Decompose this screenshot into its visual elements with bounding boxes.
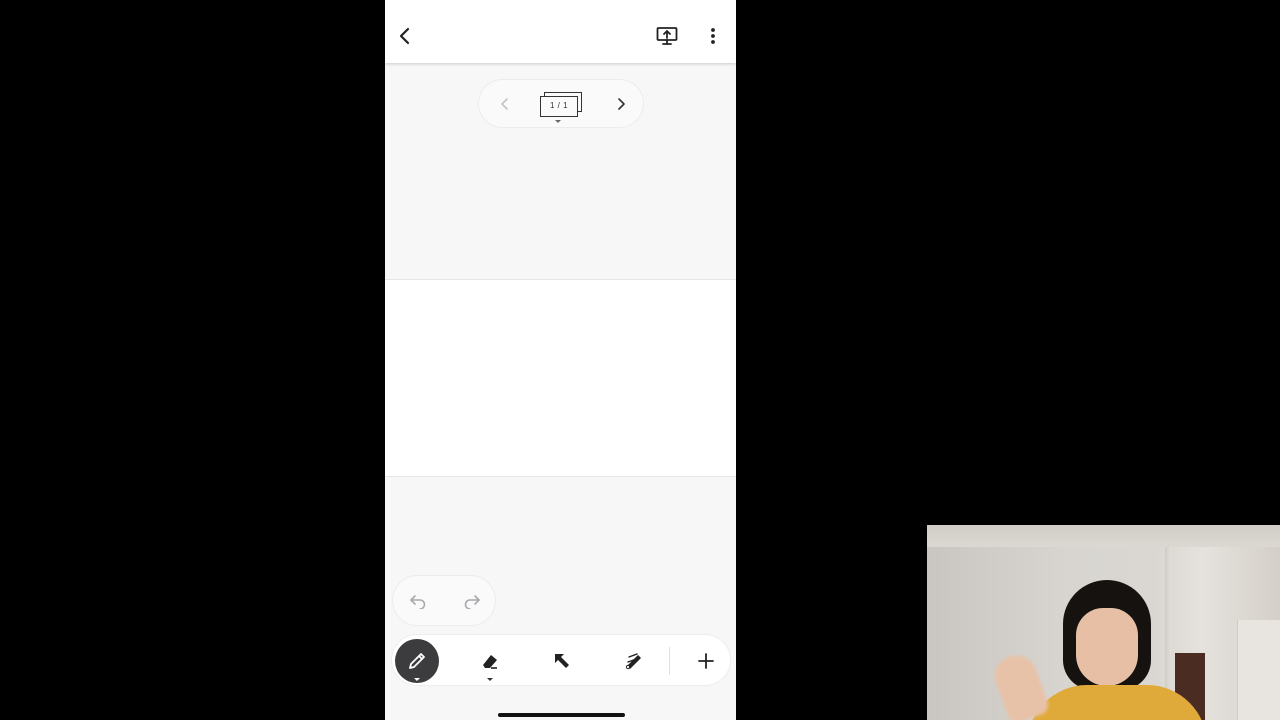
home-indicator: [498, 713, 625, 717]
webcam-overlay: [927, 525, 1280, 720]
chevron-down-icon: [487, 678, 493, 681]
eraser-icon: [483, 655, 497, 669]
webcam-ceiling: [927, 525, 1280, 547]
chevron-down-icon: [555, 120, 561, 123]
top-app-bar: [385, 0, 736, 63]
chevron-right-icon: [618, 98, 625, 110]
eraser-tool-button[interactable]: [468, 639, 512, 683]
presenter-hand: [989, 649, 1051, 720]
redo-button[interactable]: [459, 588, 485, 614]
toolbar-divider: [669, 647, 670, 675]
drawing-toolbar: [391, 634, 731, 686]
chevron-left-icon: [501, 98, 508, 110]
previous-page-button[interactable]: [491, 90, 519, 118]
webcam-door: [1237, 620, 1280, 720]
page-count-label: 1 / 1: [540, 96, 578, 117]
more-options-button[interactable]: [695, 18, 731, 54]
select-tool-button[interactable]: [540, 639, 584, 683]
undo-icon: [410, 595, 426, 609]
chevron-down-icon: [414, 678, 420, 681]
pen-tool-button[interactable]: [395, 639, 439, 683]
chevron-left-icon: [399, 27, 410, 45]
laser-pointer-tool-button[interactable]: [612, 639, 656, 683]
back-button[interactable]: [387, 18, 423, 54]
laser-pointer-icon: [625, 653, 641, 670]
redo-icon: [464, 595, 480, 609]
pen-icon: [409, 653, 425, 669]
whiteboard-app: 1 / 1: [385, 0, 736, 720]
next-page-button[interactable]: [607, 90, 635, 118]
plus-icon: [698, 653, 714, 669]
undo-redo-group: [392, 575, 496, 626]
add-button[interactable]: [684, 639, 728, 683]
select-arrow-icon: [555, 654, 569, 668]
present-button[interactable]: [649, 18, 685, 54]
page-navigator: 1 / 1: [478, 79, 644, 128]
page-indicator-button[interactable]: 1 / 1: [539, 90, 587, 124]
whiteboard-canvas[interactable]: [385, 279, 736, 477]
present-screen-icon: [656, 27, 678, 45]
more-vertical-icon: [711, 28, 715, 44]
presenter-face: [1076, 608, 1138, 686]
undo-button[interactable]: [405, 588, 431, 614]
